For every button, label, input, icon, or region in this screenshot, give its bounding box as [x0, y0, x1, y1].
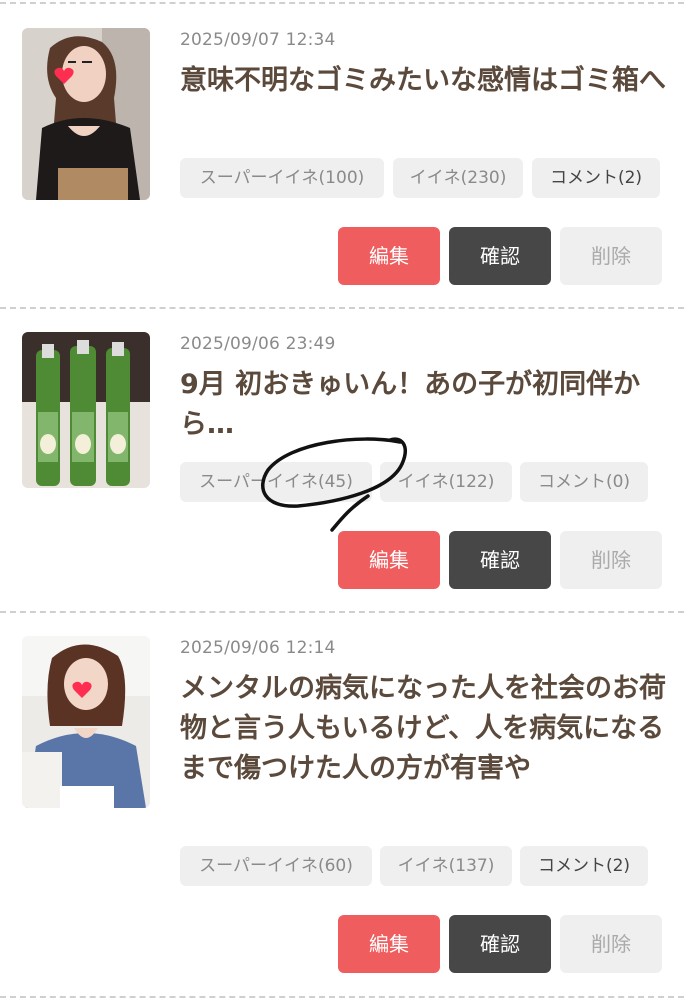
- super-like-count: スーパーイイネ(60): [180, 846, 372, 886]
- post-item: 2025/09/06 23:49 9月 初おきゅいん！あの子が初同伴から… スー…: [0, 332, 684, 602]
- super-like-count: スーパーイイネ(100): [180, 158, 384, 198]
- like-count: イイネ(230): [393, 158, 523, 198]
- post-title[interactable]: 9月 初おきゅいん！あの子が初同伴から…: [180, 365, 670, 445]
- divider: [0, 307, 684, 309]
- delete-button[interactable]: 削除: [560, 915, 662, 973]
- comment-count: コメント(0): [520, 462, 648, 502]
- comment-count: コメント(2): [532, 158, 660, 198]
- post-date: 2025/09/06 12:14: [180, 638, 336, 658]
- divider: [0, 611, 684, 613]
- like-count: イイネ(137): [380, 846, 512, 886]
- post-item: 2025/09/07 12:34 意味不明なゴミみたいな感情はゴミ箱へ スーパー…: [0, 28, 684, 298]
- delete-button[interactable]: 削除: [560, 531, 662, 589]
- post-thumbnail[interactable]: [22, 636, 150, 808]
- confirm-button[interactable]: 確認: [449, 531, 551, 589]
- divider: [0, 2, 684, 4]
- confirm-button[interactable]: 確認: [449, 227, 551, 285]
- edit-button[interactable]: 編集: [338, 227, 440, 285]
- like-count: イイネ(122): [380, 462, 512, 502]
- post-title[interactable]: メンタルの病気になった人を社会のお荷物と言う人もいるけど、人を病気になるまで傷つ…: [180, 669, 670, 789]
- post-thumbnail[interactable]: [22, 332, 150, 488]
- post-thumbnail[interactable]: [22, 28, 150, 200]
- super-like-count: スーパーイイネ(45): [180, 462, 372, 502]
- edit-button[interactable]: 編集: [338, 915, 440, 973]
- post-date: 2025/09/06 23:49: [180, 334, 336, 354]
- confirm-button[interactable]: 確認: [449, 915, 551, 973]
- diary-list: 2025/09/07 12:34 意味不明なゴミみたいな感情はゴミ箱へ スーパー…: [0, 0, 684, 1000]
- edit-button[interactable]: 編集: [338, 531, 440, 589]
- delete-button[interactable]: 削除: [560, 227, 662, 285]
- post-item: 2025/09/06 12:14 メンタルの病気になった人を社会のお荷物と言う人…: [0, 636, 684, 976]
- comment-count: コメント(2): [520, 846, 648, 886]
- post-date: 2025/09/07 12:34: [180, 30, 336, 50]
- post-title[interactable]: 意味不明なゴミみたいな感情はゴミ箱へ: [180, 61, 670, 101]
- divider: [0, 996, 684, 998]
